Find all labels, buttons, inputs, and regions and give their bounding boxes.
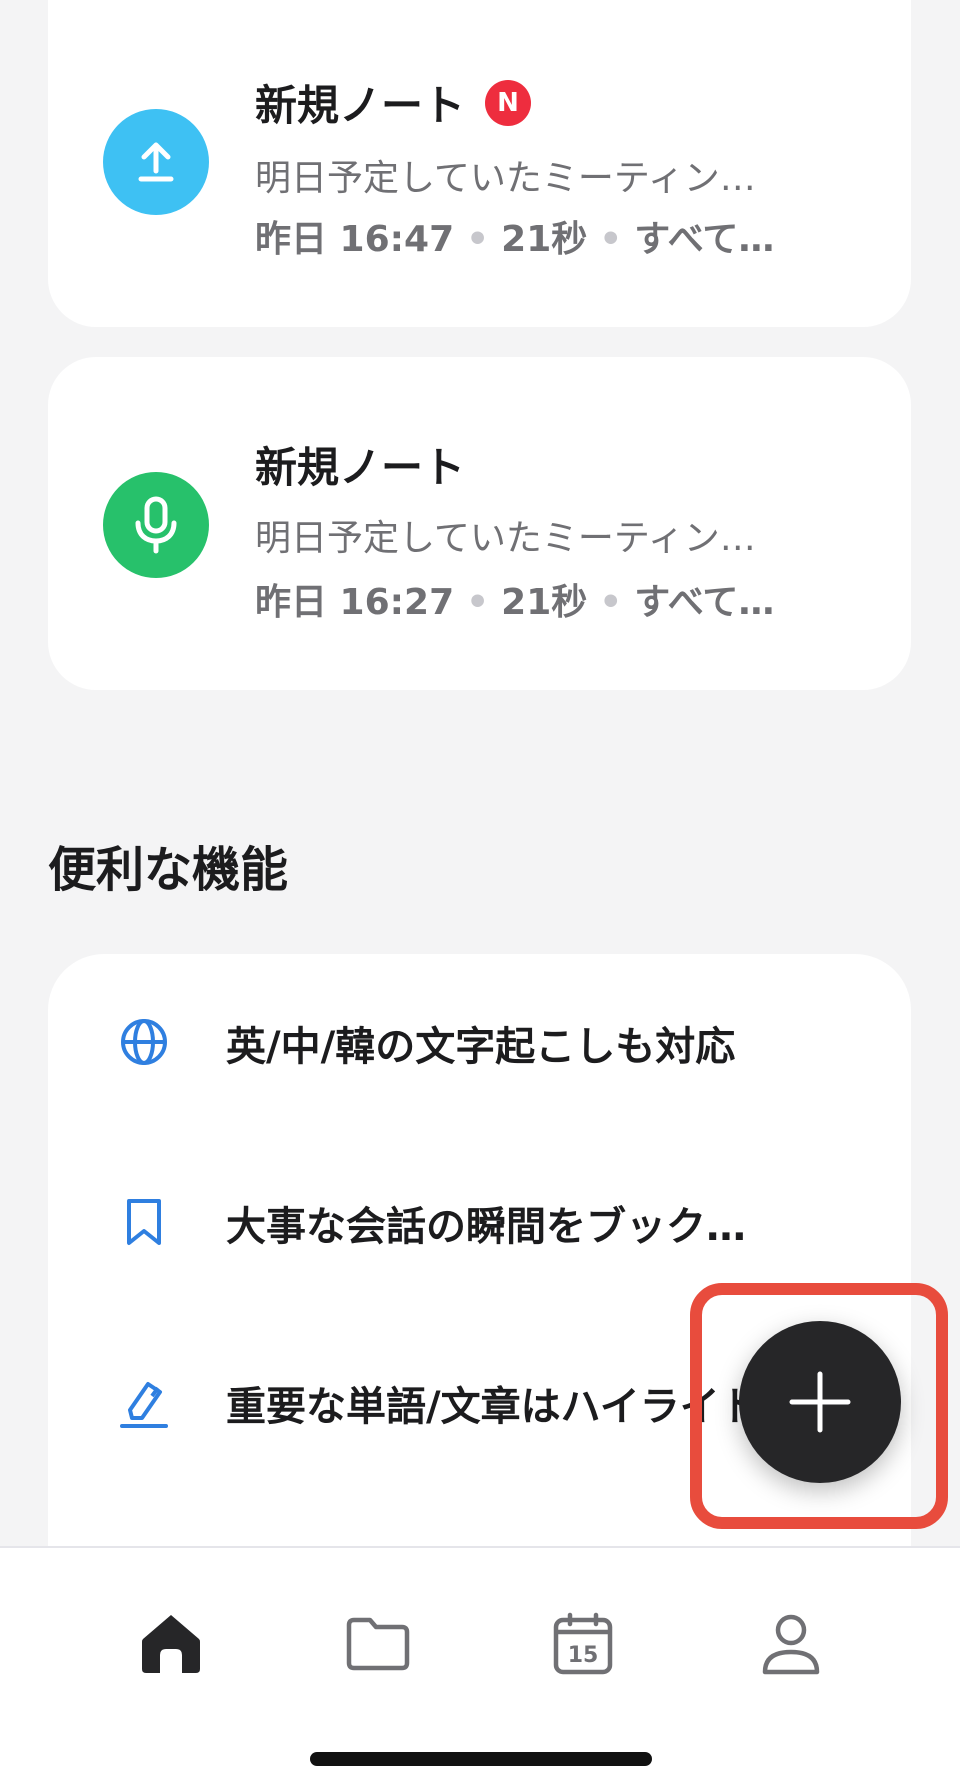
feature-item-transcription[interactable]: 英/中/韓の文字起こしも対応	[48, 990, 911, 1090]
tab-folder[interactable]	[338, 1604, 418, 1684]
note-snippet: 明日予定していたミーティン…	[255, 158, 756, 199]
bookmark-icon	[127, 1199, 161, 1245]
note-duration: 21秒	[501, 219, 588, 260]
feature-label: 英/中/韓の文字起こしも対応	[226, 1024, 736, 1070]
note-snippet: 明日予定していたミーティン…	[255, 518, 756, 559]
section-title: 便利な機能	[48, 842, 289, 898]
highlighter-icon	[120, 1382, 168, 1428]
separator-dot: •	[466, 219, 490, 260]
note-time: 昨日 16:47	[255, 219, 455, 260]
feature-label: 大事な会話の瞬間をブック…	[226, 1204, 746, 1250]
calendar-icon: 15	[553, 1612, 613, 1675]
tab-home[interactable]	[131, 1604, 211, 1684]
plus-icon	[789, 1371, 851, 1433]
note-time: 昨日 16:27	[255, 582, 455, 623]
note-meta: 昨日 16:27 • 21秒 • すべて…	[255, 573, 855, 625]
note-title: 新規ノート	[255, 443, 466, 492]
note-scope: すべて…	[634, 219, 775, 260]
microphone-icon-circle	[103, 472, 209, 578]
note-meta: 昨日 16:47 • 21秒 • すべて…	[255, 210, 855, 262]
feature-item-bookmark[interactable]: 大事な会話の瞬間をブック…	[48, 1170, 911, 1270]
separator-dot: •	[599, 219, 623, 260]
upload-icon-circle	[103, 109, 209, 215]
note-card-2[interactable]: 新規ノート 明日予定していたミーティン… 昨日 16:27 • 21秒 • すべて…	[48, 357, 911, 690]
new-badge: N	[485, 79, 532, 126]
separator-dot: •	[599, 582, 623, 623]
note-card-1[interactable]: 新規ノート N 明日予定していたミーティン… 昨日 16:47 • 21秒 • すべて…	[48, 0, 911, 327]
tab-calendar[interactable]: 15	[543, 1604, 623, 1684]
note-scope: すべて…	[634, 582, 775, 623]
tab-profile[interactable]	[751, 1604, 831, 1684]
home-icon	[142, 1615, 200, 1673]
globe-icon	[121, 1019, 167, 1065]
microphone-icon	[135, 496, 177, 554]
separator-dot: •	[466, 582, 490, 623]
note-title: 新規ノート N	[255, 72, 532, 133]
home-indicator	[310, 1752, 652, 1766]
calendar-day: 15	[568, 1643, 599, 1668]
person-icon	[762, 1614, 820, 1675]
folder-icon	[346, 1617, 410, 1671]
upload-icon	[138, 142, 174, 182]
note-duration: 21秒	[501, 582, 588, 623]
add-note-button[interactable]	[739, 1321, 901, 1483]
